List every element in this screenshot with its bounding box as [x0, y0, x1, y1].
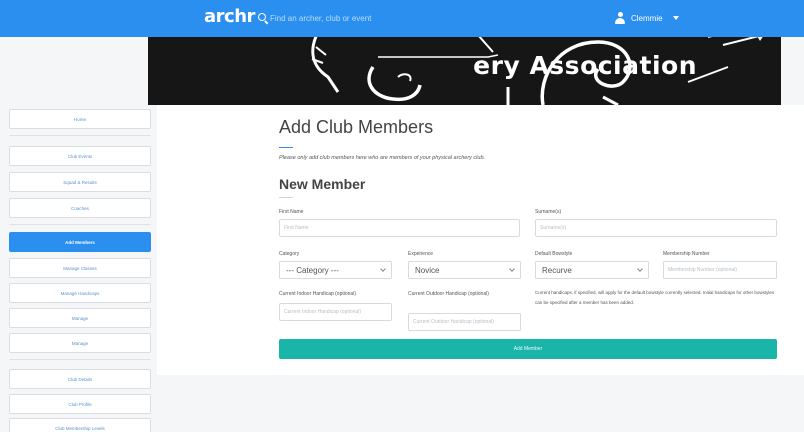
sidebar-item-manage-a[interactable]: Manage: [9, 308, 151, 328]
sidebar-item-home[interactable]: Home: [9, 109, 151, 129]
sidebar-item-squad-results[interactable]: Squad & Results: [9, 172, 151, 192]
title-underline: [279, 147, 293, 148]
surname-label: Surname(s): [535, 209, 562, 215]
sidebar-item-coaches[interactable]: Coaches: [9, 198, 151, 218]
outdoor-handicap-input[interactable]: [408, 313, 521, 331]
main-panel: Add Club Members Please only add club me…: [157, 105, 804, 375]
page-title: Add Club Members: [279, 117, 434, 137]
category-select[interactable]: --- Category ---: [279, 261, 392, 279]
experience-select[interactable]: Novice: [408, 261, 521, 279]
membership-number-input[interactable]: [663, 261, 777, 279]
sidebar-item-club-events[interactable]: Club Events: [9, 146, 151, 166]
sidebar-item-club-details[interactable]: Club Details: [9, 369, 151, 389]
sidebar-item-add-members[interactable]: Add Members: [9, 232, 151, 252]
archr-logo[interactable]: archr: [204, 6, 255, 27]
sidebar-item-club-profile[interactable]: Club Profile: [9, 394, 151, 414]
chevron-down-icon: [509, 266, 515, 272]
sidebar-item-manage-b[interactable]: Manage: [9, 333, 151, 353]
banner-title: ery Association: [473, 51, 697, 80]
experience-value: Novice: [415, 265, 440, 275]
chevron-down-icon: [637, 266, 643, 272]
club-banner: ery Association: [148, 37, 781, 105]
chevron-down-icon: [380, 266, 386, 272]
bowstyle-select[interactable]: Recurve: [535, 261, 649, 279]
sidebar-item-membership-levels[interactable]: Club Membership Levels: [9, 418, 151, 432]
section-title: New Member: [279, 176, 366, 192]
first-name-label: First Name: [279, 209, 304, 215]
user-menu[interactable]: Clemmie: [615, 9, 679, 27]
category-value: --- Category ---: [286, 265, 339, 275]
sidebar-divider: [9, 224, 151, 225]
surname-input[interactable]: [535, 219, 777, 237]
page-root: archr Clemmie ery Association Home C: [0, 0, 804, 432]
sidebar: Home Club Events Squad & Results Coaches…: [0, 105, 157, 432]
sidebar-divider: [9, 359, 151, 360]
intro-text: Please only add club members here who ar…: [279, 155, 486, 161]
indoor-handicap-input[interactable]: [279, 303, 392, 321]
caret-down-icon: [672, 16, 679, 20]
first-name-input[interactable]: [279, 219, 520, 237]
search-input[interactable]: [270, 9, 490, 27]
membership-number-label: Membership Number: [663, 251, 710, 257]
sidebar-divider: [9, 135, 151, 136]
indoor-handicap-label: Current Indoor Handicap (optional): [279, 291, 356, 297]
sidebar-item-manage-classes[interactable]: Manage Classes: [9, 258, 151, 278]
bowstyle-label: Default Bowstyle: [535, 251, 573, 257]
sidebar-item-manage-handicaps[interactable]: Manage Handicaps: [9, 283, 151, 303]
user-icon: [615, 12, 625, 24]
category-label: Category: [279, 251, 300, 257]
handicap-note: Current handicaps, if specified, will ap…: [535, 290, 775, 305]
search-icon: [258, 13, 266, 21]
add-member-button[interactable]: Add Member: [279, 339, 777, 359]
bowstyle-value: Recurve: [542, 265, 572, 275]
user-name: Clemmie: [631, 13, 663, 23]
top-navbar: archr Clemmie: [0, 0, 804, 37]
outdoor-handicap-label: Current Outdoor Handicap (optional): [408, 291, 489, 297]
experience-label: Experience: [408, 251, 434, 257]
section-underline: [279, 197, 293, 198]
